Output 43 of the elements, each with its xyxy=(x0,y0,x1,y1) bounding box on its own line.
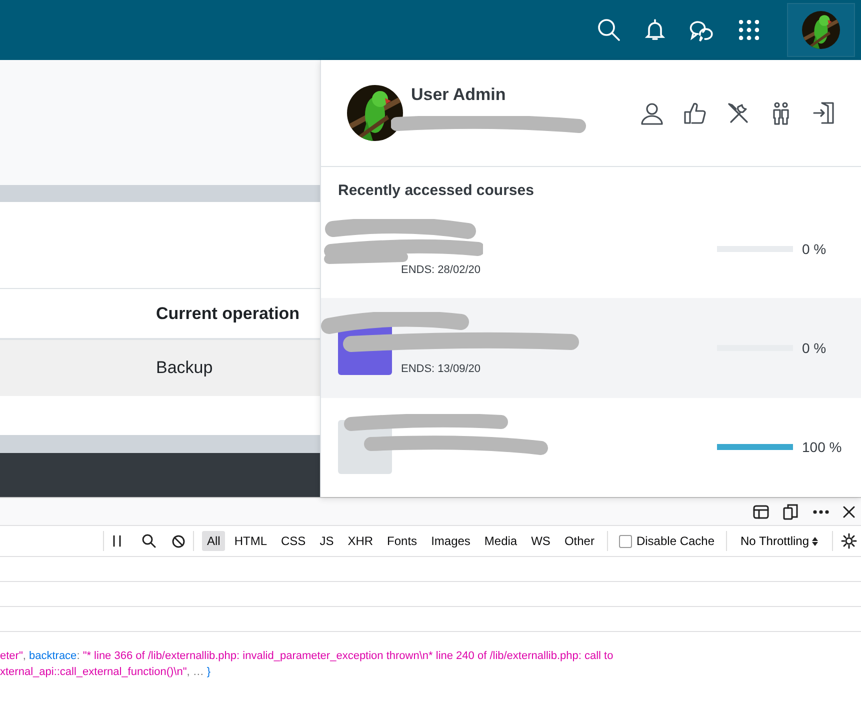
search-icon[interactable] xyxy=(142,534,156,548)
close-icon[interactable] xyxy=(843,506,855,518)
responsive-icon[interactable] xyxy=(783,504,799,520)
course-end-date: ENDS: 28/02/20 xyxy=(401,264,480,276)
progress-percent: 0 % xyxy=(802,240,826,257)
search-icon[interactable] xyxy=(597,18,621,42)
throttling-select[interactable]: No Throttling xyxy=(734,534,824,548)
layout-icon[interactable] xyxy=(753,504,769,518)
column-header: Current operation xyxy=(156,304,300,324)
filter-tab[interactable]: CSS xyxy=(276,531,311,551)
filter-tab[interactable]: HTML xyxy=(229,531,272,551)
bell-icon[interactable] xyxy=(645,18,665,42)
more-icon[interactable] xyxy=(813,510,829,514)
progress-percent: 100 % xyxy=(802,439,842,456)
chat-icon[interactable] xyxy=(689,18,715,42)
user-icon[interactable] xyxy=(640,101,664,126)
filter-tab[interactable]: Images xyxy=(426,531,476,551)
course-item[interactable]: 100 % xyxy=(321,398,861,498)
updown-caret-icon xyxy=(812,536,818,546)
filter-tab[interactable]: WS xyxy=(526,531,556,551)
filter-tab[interactable]: Fonts xyxy=(382,531,422,551)
course-end-date: ENDS: 13/09/20 xyxy=(401,363,480,376)
settings-icon[interactable] xyxy=(841,533,857,549)
user-name: User Admin xyxy=(411,85,506,106)
filter-tab[interactable]: JS xyxy=(314,531,339,551)
logout-icon[interactable] xyxy=(812,101,836,126)
course-item[interactable]: ENDS: 28/02/20 0 % xyxy=(321,199,861,298)
section-title: Recently accessed courses xyxy=(338,182,534,200)
console-line: xternal_api::call_external_function()\n", … } xyxy=(0,665,212,680)
course-item[interactable]: ENDS: 13/09/20 0 % xyxy=(321,298,861,398)
filter-tab[interactable]: Other xyxy=(559,531,600,551)
apps-grid-icon[interactable] xyxy=(739,20,759,40)
progress-percent: 0 % xyxy=(802,340,826,356)
thumbs-up-icon[interactable] xyxy=(683,101,707,126)
filter-tab[interactable]: XHR xyxy=(342,531,378,551)
table-cell: Backup xyxy=(156,358,213,378)
console-line: eter", backtrace: "* line 366 of /lib/externallib.php: invalid_parameter_exception thrown\n* line 240 of /lib/externallib.php: call to xyxy=(0,649,614,664)
filter-tab[interactable]: All xyxy=(202,531,226,551)
tools-icon[interactable] xyxy=(726,101,750,126)
pause-icon[interactable] xyxy=(112,535,122,547)
disable-cache-checkbox[interactable]: Disable Cache xyxy=(616,534,718,548)
block-icon[interactable] xyxy=(172,534,185,548)
filter-tab[interactable]: Media xyxy=(479,531,522,551)
